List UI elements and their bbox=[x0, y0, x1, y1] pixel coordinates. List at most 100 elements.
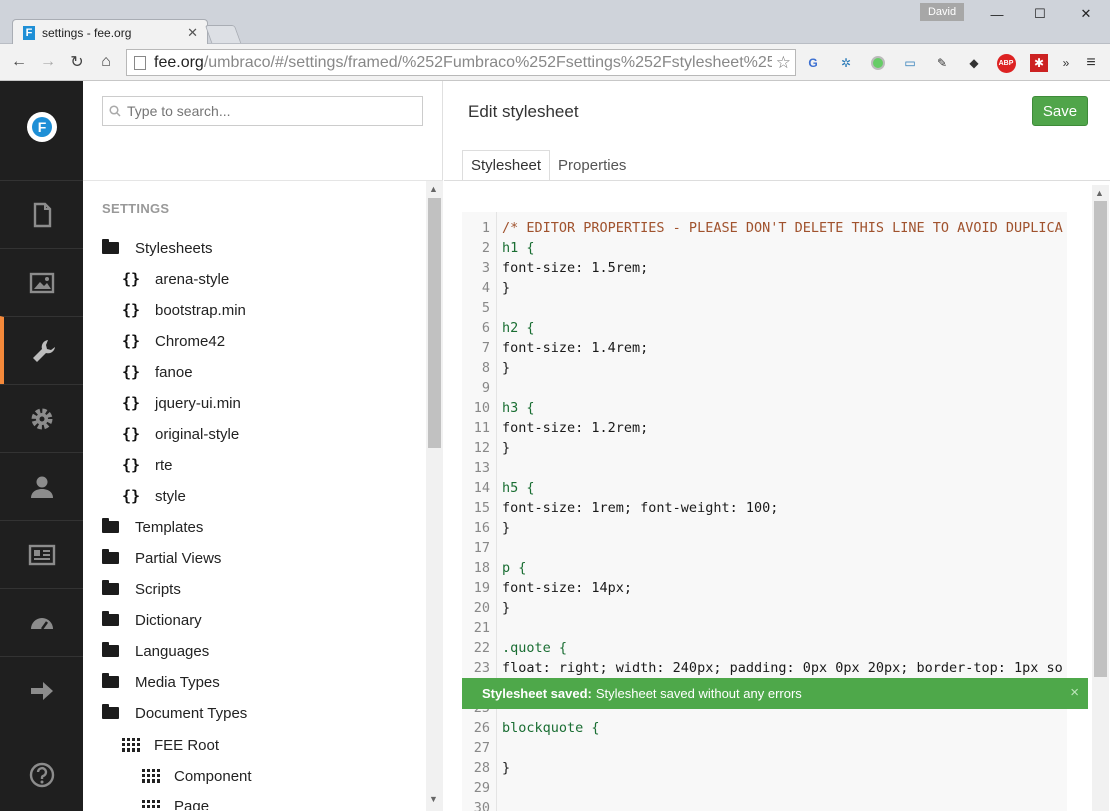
tree-item-stylesheet[interactable]: {} arena-style bbox=[122, 268, 229, 290]
code-line: 17 bbox=[462, 538, 1067, 558]
minimize-button[interactable]: — bbox=[983, 4, 1011, 24]
line-number: 6 bbox=[481, 320, 490, 336]
editor-scrollbar[interactable]: ▲ bbox=[1092, 185, 1109, 811]
pen-extension-icon[interactable]: ✎ bbox=[932, 53, 952, 73]
tree-scroll-thumb[interactable] bbox=[428, 198, 441, 448]
code-text: font-size: 1rem; font-weight: 100; bbox=[502, 500, 779, 516]
code-line: 6 h2 { bbox=[462, 318, 1067, 338]
tree-item-folder[interactable]: Languages bbox=[102, 640, 209, 662]
home-icon[interactable]: ⌂ bbox=[95, 51, 117, 73]
browser-tab[interactable]: F settings - fee.org ✕ bbox=[12, 19, 208, 45]
line-number: 29 bbox=[473, 780, 490, 796]
green-dot-extension-icon[interactable] bbox=[868, 53, 888, 73]
folder-icon bbox=[102, 642, 119, 657]
tree-item-folder[interactable]: Document Types bbox=[102, 702, 247, 724]
section-media[interactable] bbox=[0, 248, 83, 316]
save-button[interactable]: Save bbox=[1032, 96, 1088, 126]
menu-icon[interactable]: ≡ bbox=[1081, 53, 1101, 73]
reload-icon[interactable]: ↻ bbox=[66, 51, 88, 73]
scroll-down-icon[interactable]: ▼ bbox=[429, 794, 438, 804]
tab-close-icon[interactable]: ✕ bbox=[187, 25, 198, 41]
tree-item-component[interactable]: Component bbox=[142, 765, 252, 787]
tree-item-folder[interactable]: Dictionary bbox=[102, 609, 202, 631]
tree-item-folder[interactable]: Scripts bbox=[102, 578, 181, 600]
scroll-up-icon[interactable]: ▲ bbox=[429, 184, 438, 194]
line-number: 8 bbox=[481, 360, 490, 376]
evernote-extension-icon[interactable]: ◆ bbox=[964, 53, 984, 73]
tree-item-stylesheet[interactable]: {} original-style bbox=[122, 423, 239, 445]
editor-scroll-thumb[interactable] bbox=[1094, 201, 1107, 677]
line-number: 11 bbox=[473, 420, 490, 436]
umbraco-logo[interactable]: F bbox=[27, 112, 57, 142]
more-extensions-icon[interactable]: » bbox=[1056, 53, 1076, 73]
tree-item-page[interactable]: Page bbox=[142, 796, 209, 810]
url-host: fee.org bbox=[154, 53, 204, 71]
tree-item-label: style bbox=[155, 487, 186, 505]
search-input[interactable] bbox=[127, 103, 417, 119]
page-icon bbox=[134, 55, 146, 70]
translate-extension-icon[interactable]: G bbox=[803, 53, 823, 73]
folder-extension-icon[interactable]: ▭ bbox=[900, 53, 920, 73]
folder-icon bbox=[102, 580, 119, 595]
profile-badge[interactable]: David bbox=[920, 3, 964, 21]
close-icon[interactable]: × bbox=[1070, 684, 1079, 701]
bookmark-star-icon[interactable]: ☆ bbox=[776, 53, 791, 73]
editor-header: Edit stylesheet Save Stylesheet Properti… bbox=[444, 81, 1110, 181]
scroll-up-icon[interactable]: ▲ bbox=[1095, 188, 1104, 198]
maximize-button[interactable]: ☐ bbox=[1026, 4, 1054, 24]
code-editor[interactable]: 1 /* EDITOR PROPERTIES - PLEASE DON'T DEL… bbox=[462, 212, 1067, 811]
section-members[interactable] bbox=[0, 520, 83, 588]
line-number: 21 bbox=[473, 620, 490, 636]
browser-toolbar: ← → ↻ ⌂ fee.org /umbraco/#/settings/fram… bbox=[0, 44, 1110, 81]
help-button[interactable] bbox=[0, 741, 83, 809]
section-forms[interactable] bbox=[0, 656, 83, 724]
address-bar[interactable]: fee.org /umbraco/#/settings/framed/%252F… bbox=[126, 49, 796, 76]
adblock-extension-icon[interactable]: ABP bbox=[996, 53, 1016, 73]
tree-item-folder[interactable]: Templates bbox=[102, 516, 203, 538]
tree-item-stylesheet[interactable]: {} jquery-ui.min bbox=[122, 392, 241, 414]
settings-tree-panel: SETTINGS Stylesheets {} arena-style {} boot… bbox=[83, 81, 443, 811]
tree-search[interactable] bbox=[102, 96, 423, 126]
code-line: 30 bbox=[462, 798, 1067, 811]
line-number: 7 bbox=[481, 340, 490, 356]
network-extension-icon[interactable]: ✲ bbox=[836, 53, 856, 73]
gauge-icon bbox=[30, 617, 53, 630]
code-text: h3 { bbox=[502, 400, 535, 416]
code-line: 14 h5 { bbox=[462, 478, 1067, 498]
line-number: 5 bbox=[481, 300, 490, 316]
section-developer[interactable] bbox=[0, 384, 83, 452]
fee-favicon-icon: F bbox=[23, 25, 35, 40]
section-content[interactable] bbox=[0, 180, 83, 248]
section-settings[interactable] bbox=[0, 316, 83, 384]
close-window-button[interactable]: ✕ bbox=[1072, 4, 1100, 24]
tree-item-stylesheet[interactable]: {} style bbox=[122, 485, 186, 507]
tree-item-stylesheet[interactable]: {} fanoe bbox=[122, 361, 193, 383]
back-button[interactable]: ← bbox=[8, 51, 30, 73]
line-number: 19 bbox=[473, 580, 490, 596]
line-number: 17 bbox=[473, 540, 490, 556]
tree-item-folder[interactable]: Media Types bbox=[102, 671, 220, 693]
code-text: p { bbox=[502, 560, 527, 576]
tree-item-stylesheets[interactable]: Stylesheets bbox=[102, 237, 213, 259]
editor-body: 1 /* EDITOR PROPERTIES - PLEASE DON'T DEL… bbox=[444, 181, 1110, 811]
tab-properties[interactable]: Properties bbox=[550, 150, 634, 181]
tree-item-fee-root[interactable]: FEE Root bbox=[122, 734, 219, 756]
line-number: 14 bbox=[473, 480, 490, 496]
forward-button[interactable]: → bbox=[37, 51, 59, 73]
new-tab-button[interactable] bbox=[204, 25, 242, 43]
lastpass-extension-icon[interactable]: ✱ bbox=[1029, 53, 1049, 73]
tree-item-folder[interactable]: Partial Views bbox=[102, 547, 221, 569]
tab-stylesheet[interactable]: Stylesheet bbox=[462, 150, 551, 181]
tree-scrollbar[interactable]: ▲ ▼ bbox=[426, 181, 443, 811]
tree-item-label: Languages bbox=[135, 642, 210, 660]
section-dashboard[interactable] bbox=[0, 588, 83, 656]
tree-item-stylesheet[interactable]: {} bootstrap.min bbox=[122, 299, 246, 321]
tree-item-stylesheet[interactable]: {} rte bbox=[122, 454, 173, 476]
code-line: 20} bbox=[462, 598, 1067, 618]
folder-icon bbox=[102, 611, 119, 626]
line-number: 10 bbox=[473, 400, 490, 416]
section-users[interactable] bbox=[0, 452, 83, 520]
tree-item-stylesheet[interactable]: {} Chrome42 bbox=[122, 330, 225, 352]
line-number: 13 bbox=[473, 460, 490, 476]
code-text: } bbox=[502, 360, 511, 376]
